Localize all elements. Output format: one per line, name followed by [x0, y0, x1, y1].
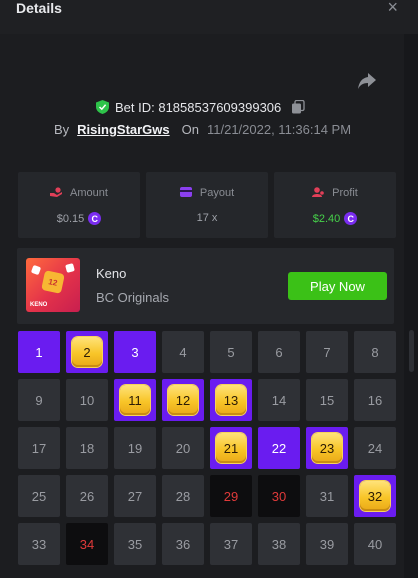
keno-cell[interactable]: 31	[306, 475, 348, 517]
scrollbar-track[interactable]	[404, 34, 418, 578]
payout-value: 17 x	[196, 212, 218, 224]
keno-cell[interactable]: 38	[258, 523, 300, 565]
gem-tile-icon: 21	[216, 433, 246, 463]
keno-cell[interactable]: 9	[18, 379, 60, 421]
keno-cell-hit[interactable]: 23	[306, 427, 348, 469]
keno-cell-hit[interactable]: 13	[210, 379, 252, 421]
keno-cell[interactable]: 10	[66, 379, 108, 421]
keno-cell[interactable]: 26	[66, 475, 108, 517]
person-icon	[312, 187, 324, 197]
keno-cell-hit[interactable]: 32	[354, 475, 396, 517]
keno-cell[interactable]: 7	[306, 331, 348, 373]
keno-cell[interactable]: 37	[210, 523, 252, 565]
keno-cell[interactable]: 36	[162, 523, 204, 565]
keno-cell[interactable]: 40	[354, 523, 396, 565]
keno-cell-hit[interactable]: 21	[210, 427, 252, 469]
keno-cell[interactable]: 8	[354, 331, 396, 373]
gem-tile-icon: 13	[216, 385, 246, 415]
keno-cell-picked[interactable]: 3	[114, 331, 156, 373]
keno-cell[interactable]: 20	[162, 427, 204, 469]
gem-tile-icon: 32	[360, 481, 390, 511]
bc-coin-icon: C	[344, 212, 358, 225]
verified-shield-icon	[96, 100, 109, 114]
keno-ball: 12	[41, 270, 65, 294]
thumb-label: KENO	[30, 302, 48, 308]
bet-id-text: Bet ID: 81858537609399306	[115, 99, 282, 115]
copy-icon[interactable]	[291, 100, 305, 114]
details-header: Details ×	[0, 0, 418, 34]
keno-cell[interactable]: 4	[162, 331, 204, 373]
keno-cell[interactable]: 24	[354, 427, 396, 469]
gem-tile-icon: 2	[72, 337, 102, 367]
game-card: 12 KENO Keno BC Originals Play Now	[17, 248, 394, 324]
bet-id-row: Bet ID: 81858537609399306	[96, 98, 305, 116]
amount-label: Amount	[70, 187, 108, 199]
keno-cell-hit[interactable]: 11	[114, 379, 156, 421]
play-now-button[interactable]: Play Now	[288, 272, 387, 300]
game-name: Keno	[96, 266, 127, 281]
keno-cell[interactable]: 5	[210, 331, 252, 373]
gem-tile-icon: 11	[120, 385, 150, 415]
keno-cell[interactable]: 28	[162, 475, 204, 517]
keno-cell[interactable]: 35	[114, 523, 156, 565]
wallet-icon	[179, 187, 192, 197]
gem-tile-icon: 23	[312, 433, 342, 463]
gem-tile-icon: 12	[168, 385, 198, 415]
keno-cell-drawn[interactable]: 29	[210, 475, 252, 517]
amount-card: Amount $0.15 C	[18, 172, 140, 238]
coin-hand-icon	[50, 187, 63, 197]
payout-label: Payout	[199, 187, 235, 199]
scrollbar-thumb[interactable]	[409, 330, 414, 372]
keno-thumbnail[interactable]: 12 KENO	[26, 258, 80, 312]
keno-cell[interactable]: 16	[354, 379, 396, 421]
keno-cell-hit[interactable]: 12	[162, 379, 204, 421]
bet-author-row: By RisingStarGws On 11/21/2022, 11:36:14…	[54, 122, 351, 137]
details-title: Details	[16, 0, 62, 16]
payout-card: Payout 17 x	[146, 172, 268, 238]
game-provider: BC Originals	[96, 290, 169, 305]
keno-cell[interactable]: 15	[306, 379, 348, 421]
keno-cell-drawn[interactable]: 34	[66, 523, 108, 565]
profit-card: Profit $2.40 C	[274, 172, 396, 238]
keno-cell[interactable]: 18	[66, 427, 108, 469]
close-icon[interactable]: ×	[387, 0, 398, 16]
on-label: On	[181, 122, 199, 137]
keno-cell[interactable]: 6	[258, 331, 300, 373]
keno-cell-picked[interactable]: 22	[258, 427, 300, 469]
by-label: By	[54, 122, 70, 137]
share-icon[interactable]	[357, 72, 377, 90]
keno-cell[interactable]: 27	[114, 475, 156, 517]
bc-coin-icon: C	[88, 212, 102, 225]
keno-cell-drawn[interactable]: 30	[258, 475, 300, 517]
keno-cell[interactable]: 19	[114, 427, 156, 469]
username-link[interactable]: RisingStarGws	[77, 122, 169, 137]
keno-cell[interactable]: 33	[18, 523, 60, 565]
keno-cell[interactable]: 39	[306, 523, 348, 565]
profit-label: Profit	[332, 187, 358, 199]
keno-cell-hit[interactable]: 2	[66, 331, 108, 373]
keno-cell-picked[interactable]: 1	[18, 331, 60, 373]
amount-value: $0.15	[56, 212, 85, 225]
profit-value: $2.40	[312, 212, 341, 225]
keno-cell[interactable]: 25	[18, 475, 60, 517]
bet-datetime: 11/21/2022, 11:36:14 PM	[206, 122, 352, 137]
keno-cell[interactable]: 14	[258, 379, 300, 421]
keno-cell[interactable]: 17	[18, 427, 60, 469]
